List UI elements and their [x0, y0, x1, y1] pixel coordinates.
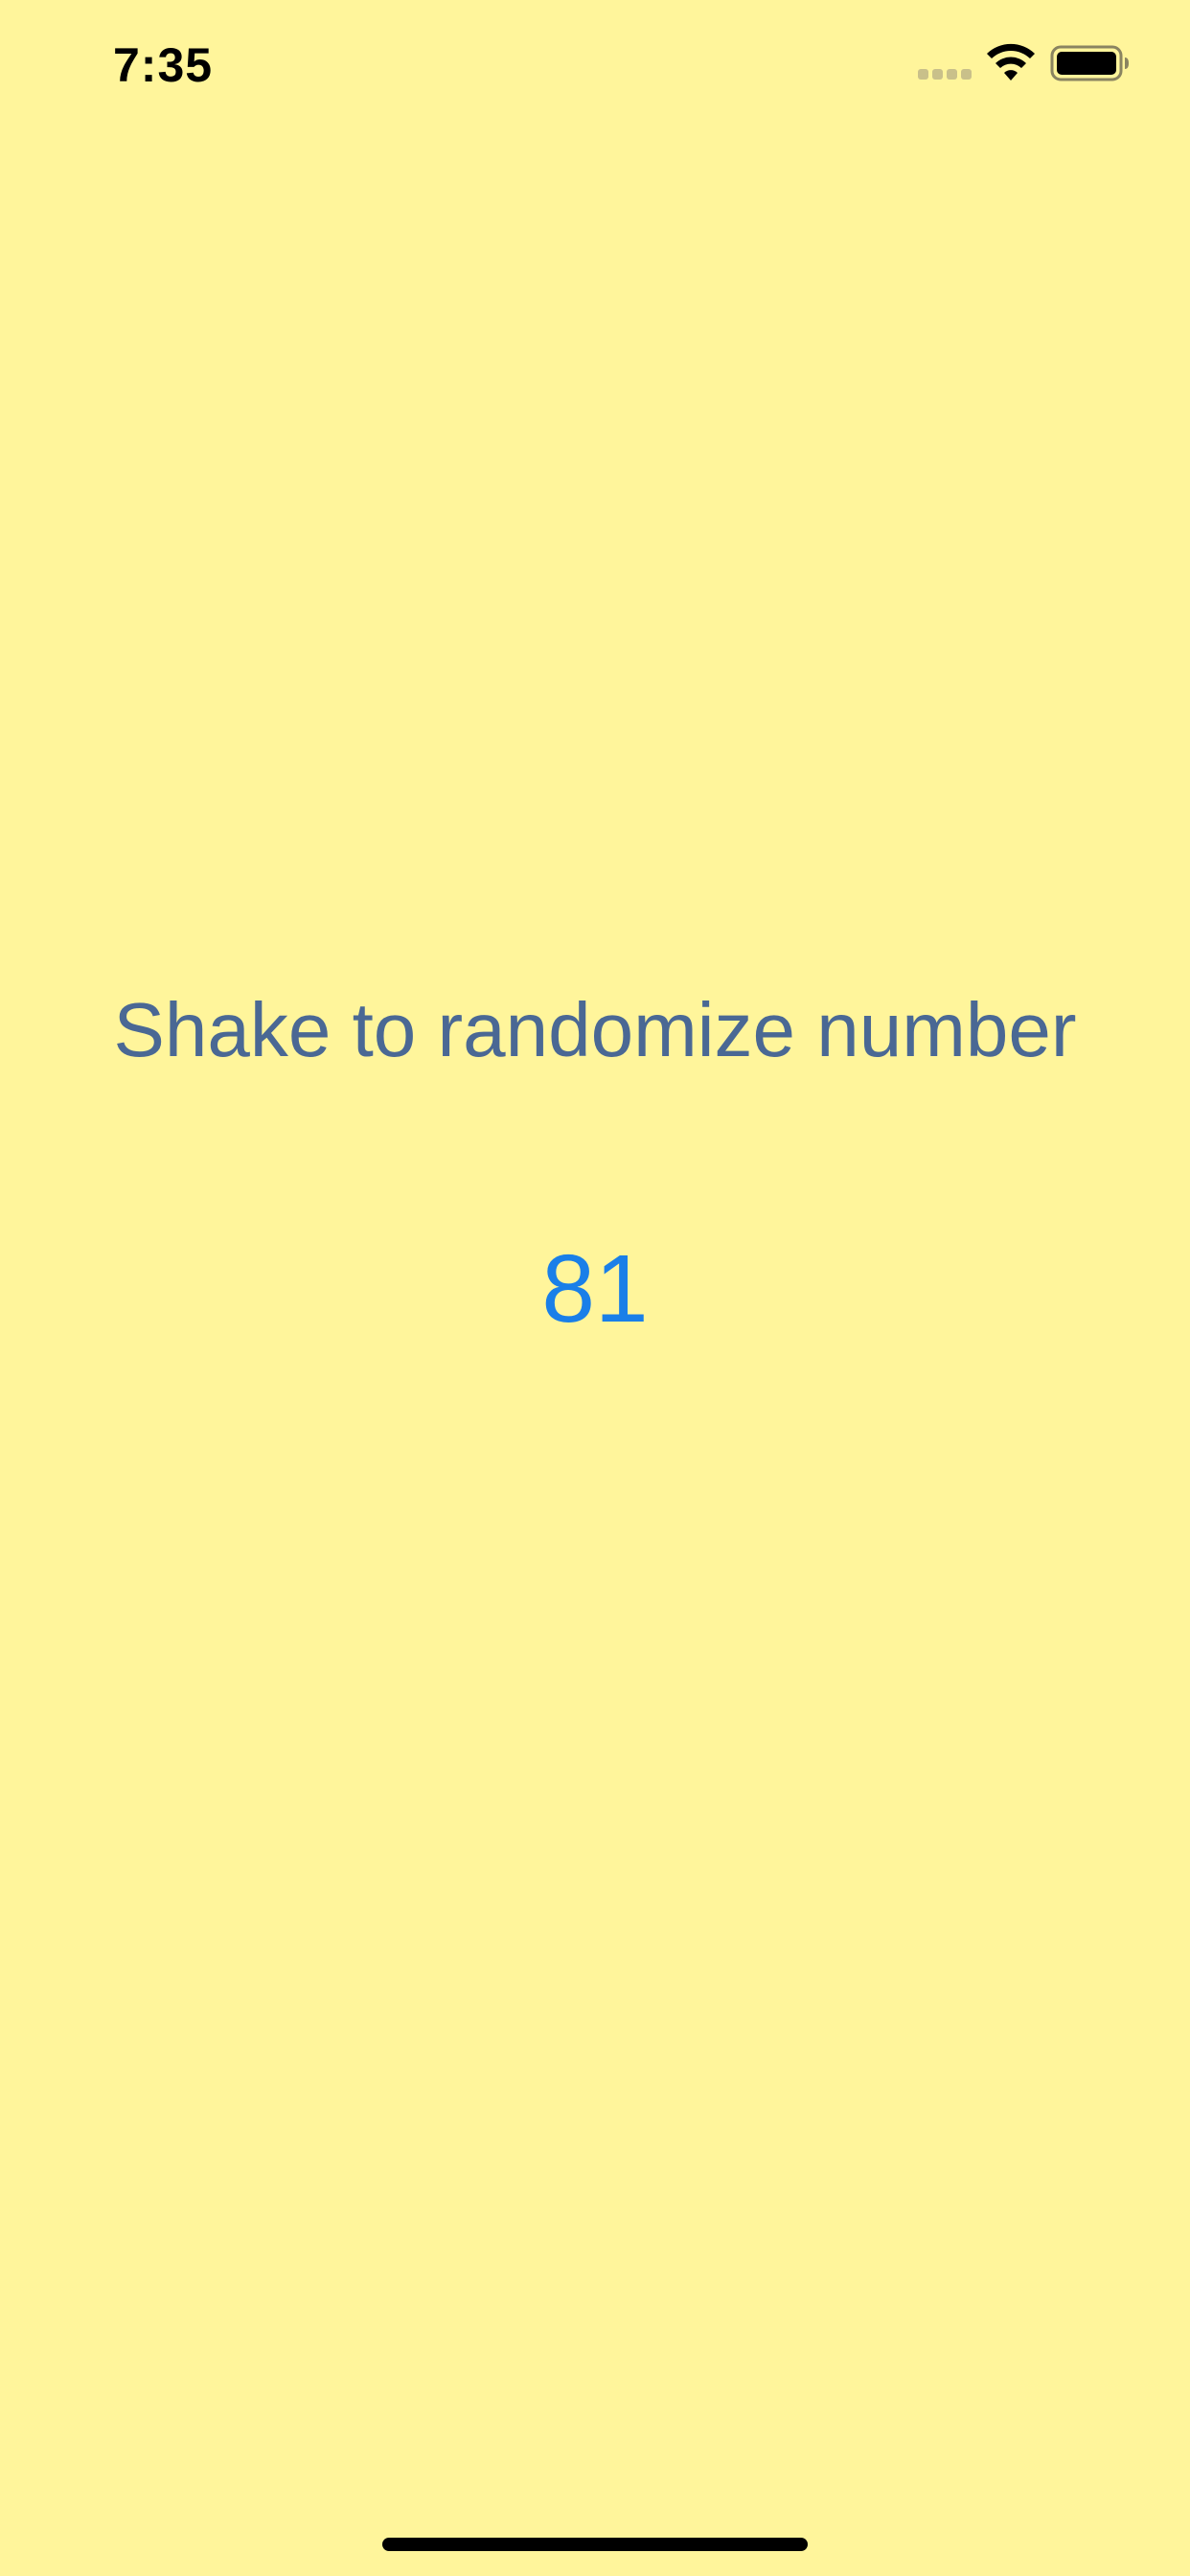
home-indicator[interactable] — [382, 2538, 808, 2551]
app-screen: 7:35 Shake to randomize number 81 — [0, 0, 1190, 2576]
random-number-display: 81 — [541, 1235, 649, 1343]
status-time: 7:35 — [113, 38, 214, 92]
battery-icon — [1050, 45, 1129, 81]
shake-prompt-label: Shake to randomize number — [113, 987, 1077, 1072]
signal-dots-icon — [918, 69, 973, 80]
wifi-icon — [987, 43, 1035, 80]
status-bar: 7:35 — [0, 0, 1190, 134]
